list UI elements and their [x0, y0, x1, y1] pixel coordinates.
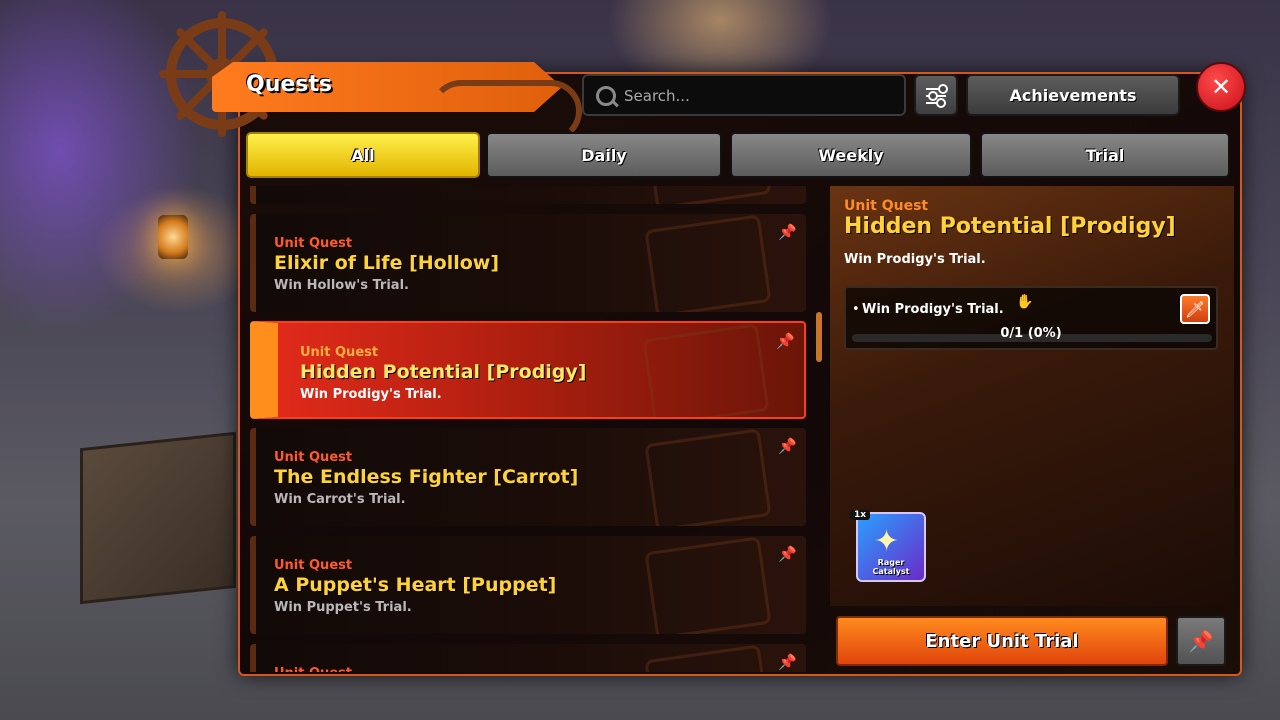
tab-weekly[interactable]: Weekly [730, 132, 972, 178]
quest-type: Unit Quest [274, 666, 352, 672]
sword-icon: 🗡 [1184, 299, 1206, 319]
scroll-icon: 📜 [254, 361, 274, 380]
search-icon [596, 86, 616, 106]
pin-icon[interactable]: 📌 [776, 333, 795, 349]
reward-quantity: 1x [850, 510, 871, 520]
detail-quest-title: Hidden Potential [Prodigy] [844, 214, 1176, 239]
quest-type: Unit Quest [274, 558, 353, 573]
catalyst-icon: ✦ [874, 524, 900, 559]
quest-title: Hidden Potential [Prodigy] [300, 361, 587, 383]
cursor-icon: ✋ [1016, 294, 1034, 310]
quest-list-scrollbar[interactable] [816, 312, 822, 362]
quest-desc: Win Carrot's Trial. [274, 492, 406, 507]
quest-card[interactable]: Unit Quest A Puppet's Heart [Puppet] Win… [250, 536, 806, 634]
page-title: Quests [246, 72, 332, 97]
sword-button[interactable]: 🗡 [1180, 294, 1210, 324]
enter-unit-trial-button[interactable]: Enter Unit Trial [836, 616, 1168, 666]
progress-text: 0/1 (0%) [1000, 326, 1062, 341]
quest-title: Elixir of Life [Hollow] [274, 252, 500, 274]
search-input[interactable] [622, 82, 896, 110]
quest-card[interactable]: Unit Quest Elixir of Life [Hollow] Win H… [250, 214, 806, 312]
filter-button[interactable] [914, 74, 958, 116]
quest-type: Unit Quest [274, 236, 353, 251]
quest-card-partial-bottom[interactable]: Unit Quest 📌 [250, 644, 806, 672]
quest-list: Unit Quest Elixir of Life [Hollow] Win H… [250, 186, 810, 672]
detail-quest-type: Unit Quest [844, 198, 929, 214]
bullet-icon: • [852, 302, 860, 317]
quest-title: The Endless Fighter [Carrot] [274, 466, 579, 488]
close-button[interactable]: ✕ [1196, 62, 1246, 112]
pin-icon: 📌 [1188, 629, 1214, 653]
reward-item[interactable]: ✦ Rager Catalyst [856, 512, 926, 582]
close-icon: ✕ [1210, 73, 1232, 101]
quest-type: Unit Quest [274, 450, 353, 465]
pin-icon[interactable]: 📌 [778, 224, 797, 240]
pin-icon[interactable]: 📌 [778, 546, 797, 562]
quest-desc: Win Puppet's Trial. [274, 600, 412, 615]
tab-trial[interactable]: Trial [980, 132, 1230, 178]
pin-quest-button[interactable]: 📌 [1176, 616, 1226, 666]
reward-name: Rager Catalyst [872, 558, 910, 576]
achievements-button[interactable]: Achievements [966, 74, 1180, 116]
background-lantern [158, 215, 188, 259]
quest-card[interactable]: Unit Quest The Endless Fighter [Carrot] … [250, 428, 806, 526]
quest-desc: Win Prodigy's Trial. [300, 387, 442, 402]
search-bar[interactable] [582, 74, 906, 116]
task-text: Win Prodigy's Trial. [862, 302, 1004, 317]
quest-card-partial-top[interactable] [250, 186, 806, 204]
detail-quest-desc: Win Prodigy's Trial. [844, 252, 986, 267]
quest-desc: Win Hollow's Trial. [274, 278, 409, 293]
quest-card-selected[interactable]: 📜 Unit Quest Hidden Potential [Prodigy] … [250, 321, 806, 419]
pin-icon[interactable]: 📌 [778, 438, 797, 454]
quest-title: A Puppet's Heart [Puppet] [274, 574, 557, 596]
tab-daily[interactable]: Daily [486, 132, 722, 178]
tab-all[interactable]: All [246, 132, 480, 178]
background-crate [80, 431, 236, 605]
tab-bar: All Daily Weekly Trial [246, 132, 1232, 178]
pin-icon[interactable]: 📌 [778, 654, 797, 670]
quest-type: Unit Quest [300, 345, 379, 360]
